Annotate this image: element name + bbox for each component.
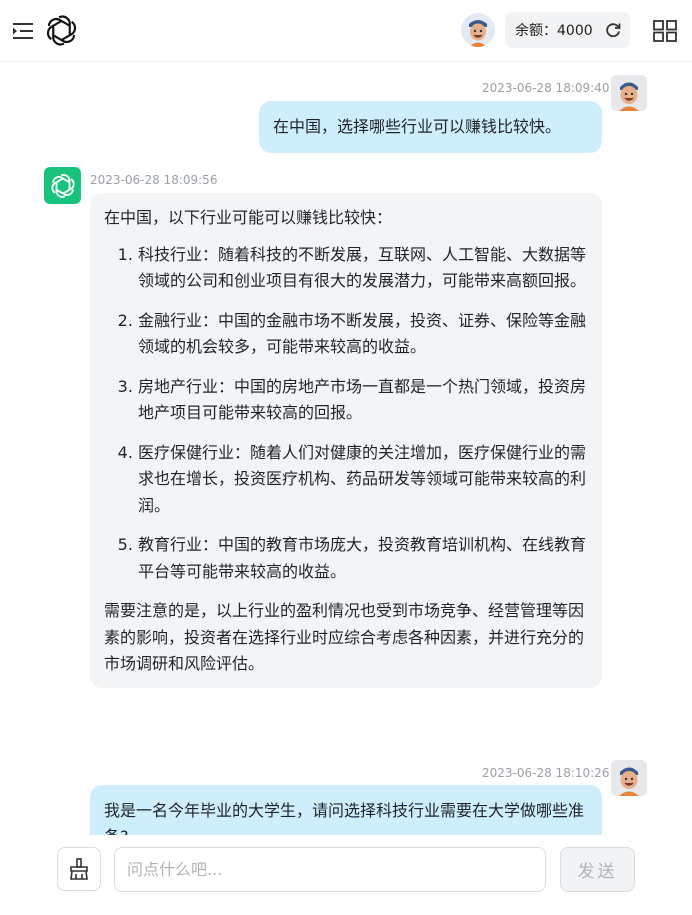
message-timestamp: 2023-06-28 18:10:26 [482,766,610,780]
openai-logo-icon [50,173,75,198]
user-avatar[interactable] [461,13,495,47]
list-item: 医疗保健行业：随着人们对健康的关注增加，医疗保健行业的需求也在增长，投资医疗机构… [138,440,588,520]
openai-logo-icon[interactable] [45,14,78,47]
message-timestamp: 2023-06-28 18:09:40 [482,81,610,95]
user-avatar [611,75,647,111]
list-item: 科技行业：随着科技的不断发展，互联网、人工智能、大数据等领域的公司和创业项目有很… [138,242,588,295]
list-item: 教育行业：中国的教育市场庞大，投资教育培训机构、在线教育平台等可能带来较高的收益… [138,532,588,585]
balance-display: 余额：4000 [505,12,630,48]
user-message-bubble: 我是一名今年毕业的大学生，请问选择科技行业需要在大学做哪些准备? [90,785,602,835]
list-item: 房地产行业：中国的房地产市场一直都是一个热门领域，投资房地产项目可能带来较高的回… [138,374,588,427]
list-item: 金融行业：中国的金融市场不断发展，投资、证券、保险等金融领域的机会较多，可能带来… [138,308,588,361]
assistant-message-bubble: 在中国，以下行业可能可以赚钱比较快： 科技行业：随着科技的不断发展，互联网、人工… [90,193,602,688]
assistant-list: 科技行业：随着科技的不断发展，互联网、人工智能、大数据等领域的公司和创业项目有很… [104,242,588,586]
send-button[interactable]: 发送 [560,847,635,892]
clear-chat-button[interactable] [57,847,101,891]
user-message-bubble: 在中国，选择哪些行业可以赚钱比较快。 [259,101,602,153]
input-bar: 发送 [0,835,692,915]
question-input[interactable] [114,847,546,892]
assistant-avatar [44,167,81,204]
chat-area[interactable]: 2023-06-28 18:09:40 在中国，选择哪些行业可以赚钱比较快。 2… [0,63,692,835]
balance-label: 余额：4000 [515,23,593,39]
grid-icon[interactable] [653,20,677,42]
assistant-outro-text: 需要注意的是，以上行业的盈利情况也受到市场竞争、经营管理等因素的影响，投资者在选… [104,601,585,673]
user-message-text: 我是一名今年毕业的大学生，请问选择科技行业需要在大学做哪些准备? [104,801,585,835]
message-timestamp: 2023-06-28 18:09:56 [90,173,218,187]
user-message-text: 在中国，选择哪些行业可以赚钱比较快。 [273,117,562,136]
top-bar: 余额：4000 [0,0,692,62]
menu-icon[interactable] [12,21,34,41]
broom-icon [70,858,88,880]
assistant-intro-text: 在中国，以下行业可能可以赚钱比较快： [104,208,393,227]
refresh-icon[interactable] [604,21,622,39]
user-avatar [611,760,647,796]
